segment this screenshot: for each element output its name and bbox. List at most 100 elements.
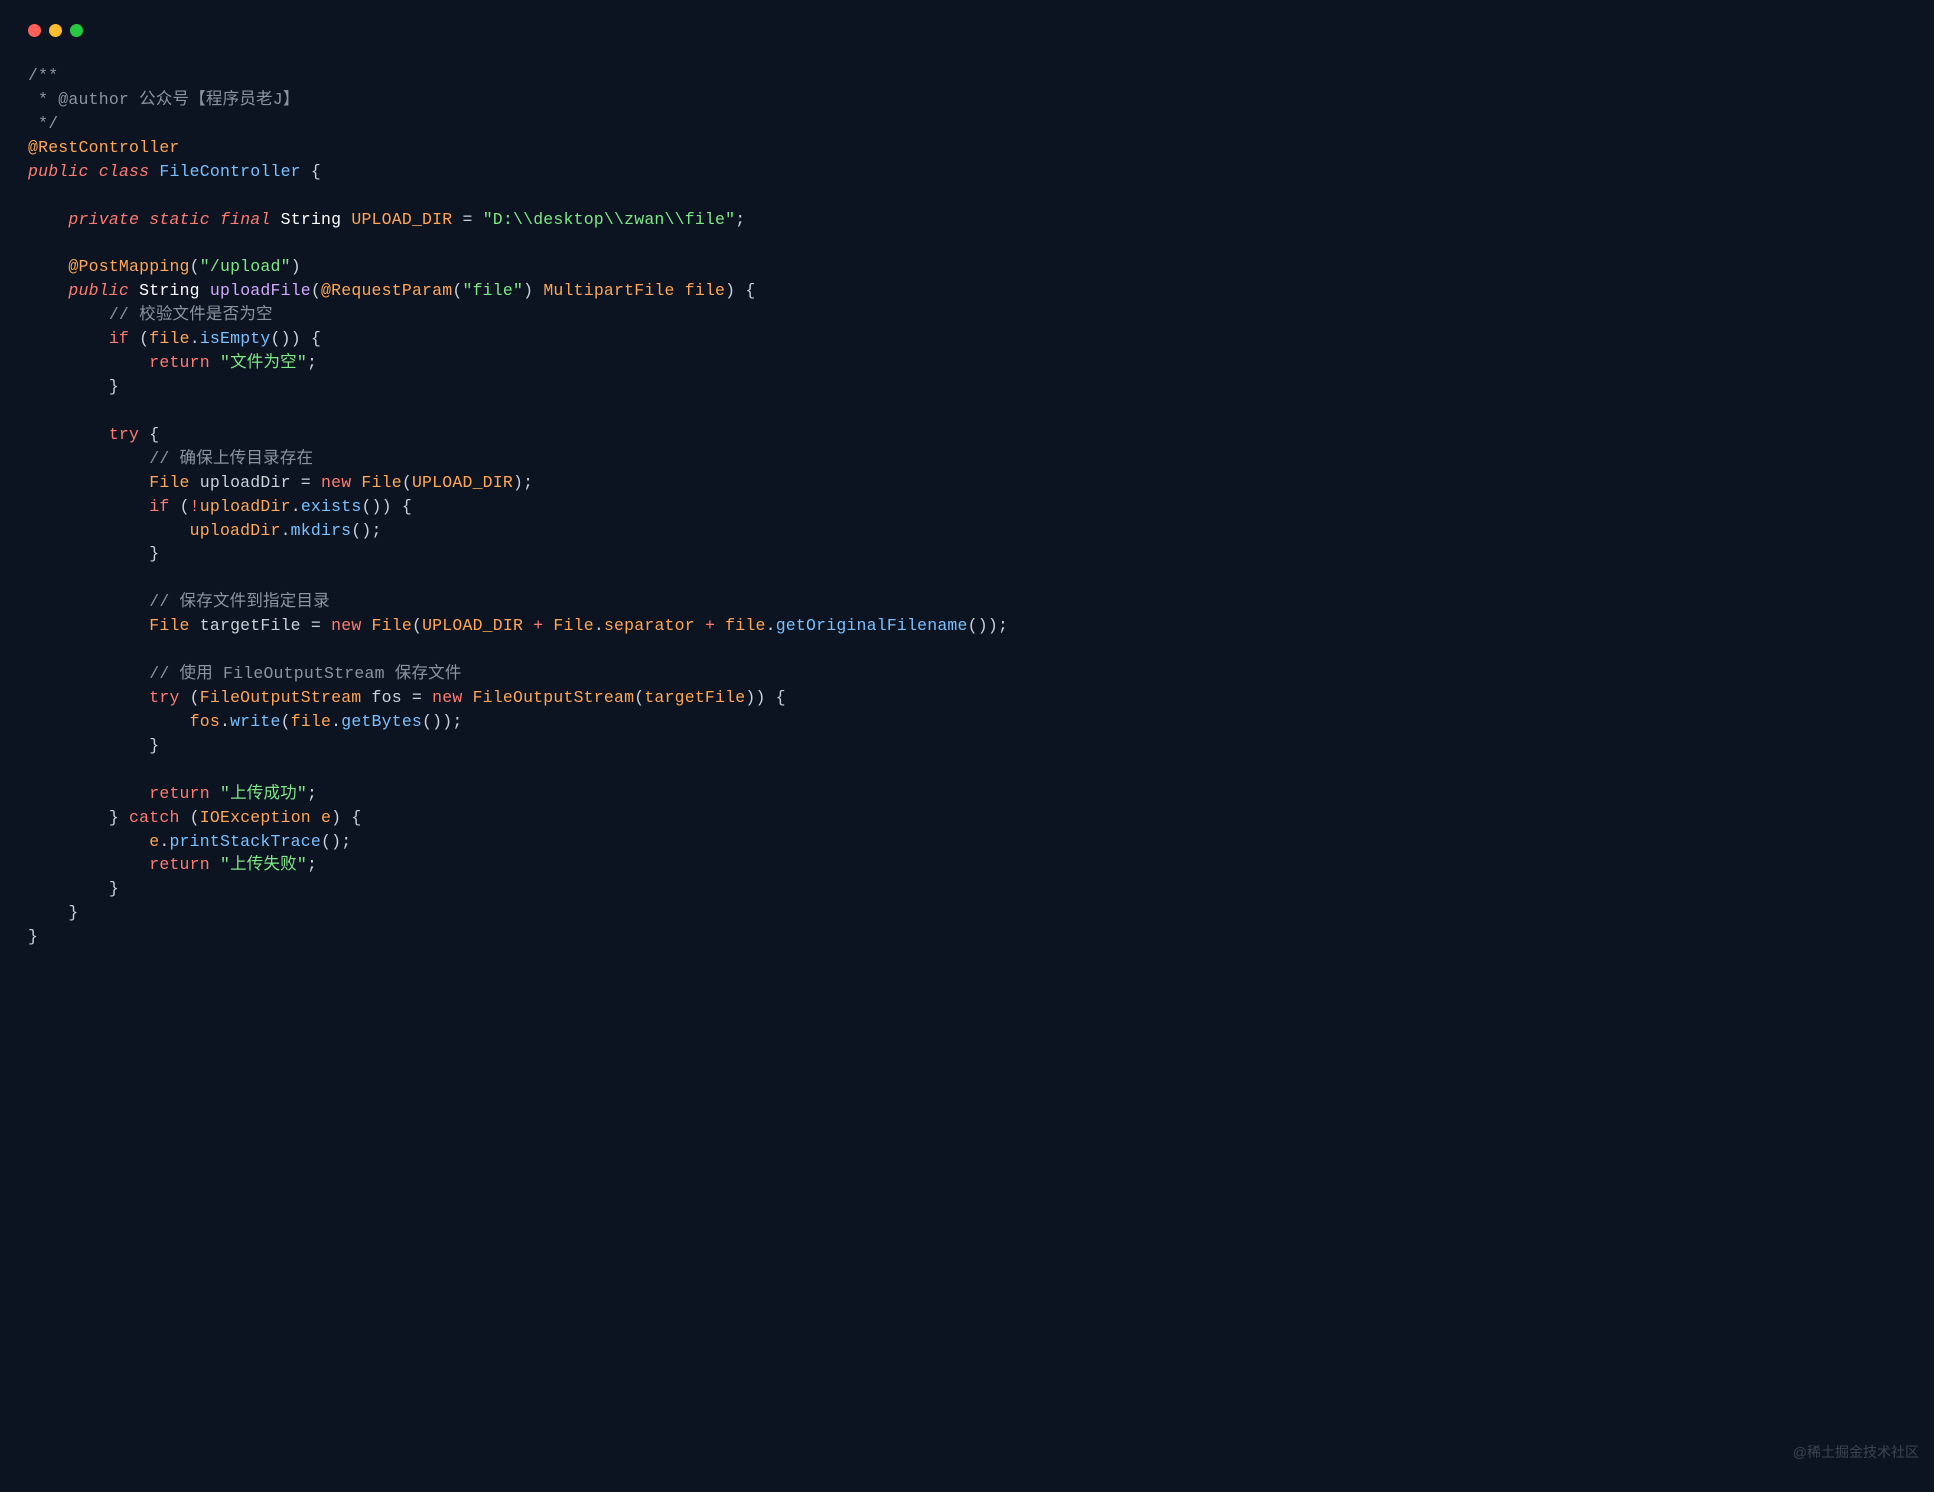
type: FileOutputStream	[473, 688, 635, 707]
keyword: catch	[129, 808, 180, 827]
method-call: write	[230, 712, 281, 731]
comment: // 保存文件到指定目录	[149, 592, 330, 611]
keyword: new	[321, 473, 351, 492]
var: uploadDir	[190, 521, 281, 540]
constant: UPLOAD_DIR	[412, 473, 513, 492]
var: fos	[190, 712, 220, 731]
paren: )	[382, 497, 392, 516]
paren: (	[190, 257, 200, 276]
paren: (	[271, 329, 281, 348]
annotation: @RequestParam	[321, 281, 452, 300]
brace: {	[766, 688, 786, 707]
brace: }	[109, 879, 119, 898]
keyword: static	[149, 210, 210, 229]
string: "上传失败"	[220, 855, 307, 874]
dot: .	[766, 616, 776, 635]
operator: =	[301, 616, 331, 635]
annotation: @PostMapping	[68, 257, 189, 276]
type: File	[149, 616, 189, 635]
paren: (	[452, 281, 462, 300]
method-call: getBytes	[341, 712, 422, 731]
semi: ;	[735, 210, 745, 229]
constant: UPLOAD_DIR	[351, 210, 452, 229]
operator: =	[402, 688, 432, 707]
comment-line: /**	[28, 66, 58, 85]
semi: ;	[452, 712, 462, 731]
var: e	[149, 832, 159, 851]
paren: )	[291, 257, 301, 276]
keyword: return	[149, 784, 210, 803]
property: separator	[604, 616, 695, 635]
string: "文件为空"	[220, 353, 307, 372]
annotation: @RestController	[28, 138, 180, 157]
paren: )	[281, 329, 291, 348]
paren: (	[634, 688, 644, 707]
comment-line: */	[28, 114, 58, 133]
keyword: public	[68, 281, 129, 300]
string: "file"	[462, 281, 523, 300]
close-icon[interactable]	[28, 24, 41, 37]
string: "D:\\desktop\\zwan\\file"	[483, 210, 736, 229]
paren: )	[442, 712, 452, 731]
class-name: FileController	[159, 162, 300, 181]
var: targetFile	[200, 616, 301, 635]
maximize-icon[interactable]	[70, 24, 83, 37]
comment: // 确保上传目录存在	[149, 449, 313, 468]
method-call: isEmpty	[200, 329, 271, 348]
var: file	[149, 329, 189, 348]
paren: )	[331, 808, 341, 827]
keyword: if	[149, 497, 169, 516]
var: fos	[372, 688, 402, 707]
var: uploadDir	[200, 473, 291, 492]
brace: {	[301, 162, 321, 181]
paren: (	[321, 832, 331, 851]
brace: {	[341, 808, 361, 827]
paren: (	[351, 521, 361, 540]
method-call: exists	[301, 497, 362, 516]
brace: {	[139, 425, 159, 444]
type: MultipartFile	[543, 281, 674, 300]
paren: )	[432, 712, 442, 731]
dot: .	[331, 712, 341, 731]
method-call: mkdirs	[291, 521, 352, 540]
dot: .	[220, 712, 230, 731]
keyword: final	[220, 210, 271, 229]
paren: )	[372, 497, 382, 516]
comment: // 使用 FileOutputStream 保存文件	[149, 664, 461, 683]
var: file	[291, 712, 331, 731]
paren: (	[412, 616, 422, 635]
paren: )	[361, 521, 371, 540]
dot: .	[159, 832, 169, 851]
minimize-icon[interactable]	[49, 24, 62, 37]
paren: (	[190, 808, 200, 827]
semi: ;	[307, 353, 317, 372]
paren: (	[311, 281, 321, 300]
paren: )	[755, 688, 765, 707]
keyword: class	[99, 162, 150, 181]
paren: (	[281, 712, 291, 731]
code-content: /** * @author 公众号【程序员老J】 */ @RestControl…	[10, 50, 1244, 963]
operator: +	[523, 616, 553, 635]
keyword: try	[109, 425, 139, 444]
brace: }	[149, 544, 159, 563]
semi: ;	[307, 784, 317, 803]
keyword: return	[149, 855, 210, 874]
brace: }	[68, 903, 78, 922]
keyword: try	[149, 688, 179, 707]
brace: }	[109, 808, 119, 827]
type: File	[361, 473, 401, 492]
operator: =	[291, 473, 321, 492]
keyword: if	[109, 329, 129, 348]
type: FileOutputStream	[200, 688, 362, 707]
string: "上传成功"	[220, 784, 307, 803]
type: String	[139, 281, 200, 300]
semi: ;	[998, 616, 1008, 635]
paren: (	[968, 616, 978, 635]
type: File	[149, 473, 189, 492]
dot: .	[291, 497, 301, 516]
var: targetFile	[644, 688, 745, 707]
paren: )	[725, 281, 735, 300]
method-name: uploadFile	[210, 281, 311, 300]
type: File	[372, 616, 412, 635]
brace: {	[392, 497, 412, 516]
